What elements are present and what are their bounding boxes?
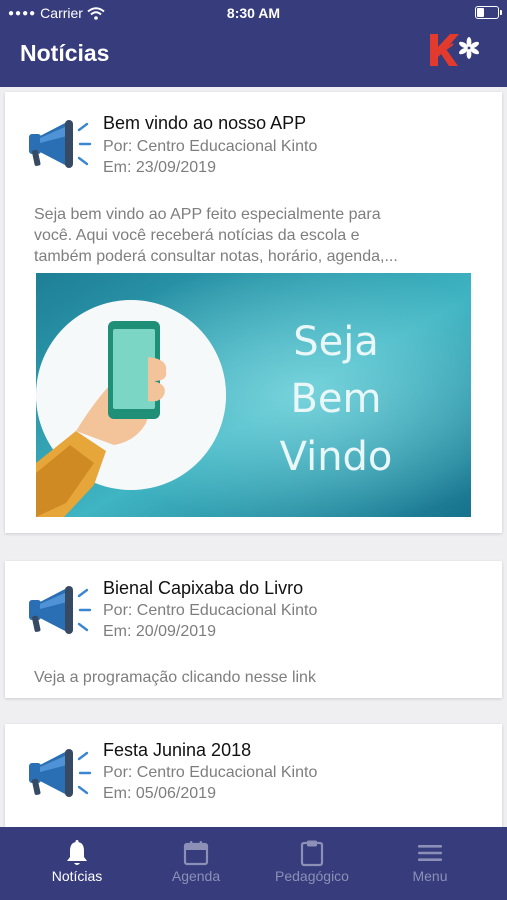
tab-pedagogico[interactable]: Pedagógico (249, 827, 375, 900)
welcome-banner-image[interactable]: Seja Bem Vindo (36, 273, 471, 517)
news-author: Por: Centro Educacional Kinto (103, 602, 318, 619)
news-summary: Seja bem vindo ao APP feito especialment… (34, 206, 398, 265)
news-author: Por: Centro Educacional Kinto (103, 138, 318, 155)
news-summary[interactable]: Veja a programação clicando nesse link (34, 667, 464, 688)
clipboard-icon (300, 840, 324, 867)
tab-bar: Notícias Agenda Pedagógico Menu (0, 827, 507, 900)
news-date: Em: 23/09/2019 (103, 159, 216, 176)
news-date: Em: 05/06/2019 (103, 785, 216, 802)
hamburger-icon (418, 845, 442, 861)
banner-word-2: Bem (290, 376, 381, 422)
status-bar: ●●●● Carrier 8:30 AM (0, 0, 507, 26)
banner-word-1: Seja (293, 319, 379, 365)
top-bar: ●●●● Carrier 8:30 AM Notícias (0, 0, 507, 87)
banner-word-3: Vindo (280, 434, 393, 480)
news-title: Bem vindo ao nosso APP (103, 113, 307, 133)
tab-label: Agenda (171, 868, 221, 884)
page-title: Notícias (20, 40, 110, 66)
tab-menu[interactable]: Menu (367, 827, 493, 900)
tab-label: Menu (412, 868, 448, 884)
battery-icon (475, 6, 502, 19)
news-card[interactable]: Festa Junina 2018 Por: Centro Educaciona… (5, 724, 502, 827)
tab-agenda[interactable]: Agenda (133, 827, 259, 900)
kinto-logo (430, 34, 479, 66)
news-date: Em: 20/09/2019 (103, 623, 216, 640)
tab-noticias[interactable]: Notícias (14, 827, 140, 900)
status-time: 8:30 AM (226, 5, 281, 21)
news-feed[interactable]: Bem vindo ao nosso APP Por: Centro Educa… (0, 87, 507, 827)
tab-label: Notícias (51, 868, 103, 884)
megaphone-icon (27, 584, 92, 636)
news-author: Por: Centro Educacional Kinto (103, 764, 318, 781)
megaphone-icon (27, 118, 92, 170)
news-title: Bienal Capixaba do Livro (103, 578, 304, 598)
tab-label: Pedagógico (275, 868, 349, 884)
news-card[interactable]: Bienal Capixaba do Livro Por: Centro Edu… (5, 561, 502, 698)
news-card[interactable]: Bem vindo ao nosso APP Por: Centro Educa… (5, 92, 502, 533)
calendar-icon (183, 841, 209, 866)
megaphone-icon (27, 747, 92, 799)
bell-icon (67, 840, 87, 865)
news-title: Festa Junina 2018 (103, 740, 252, 760)
